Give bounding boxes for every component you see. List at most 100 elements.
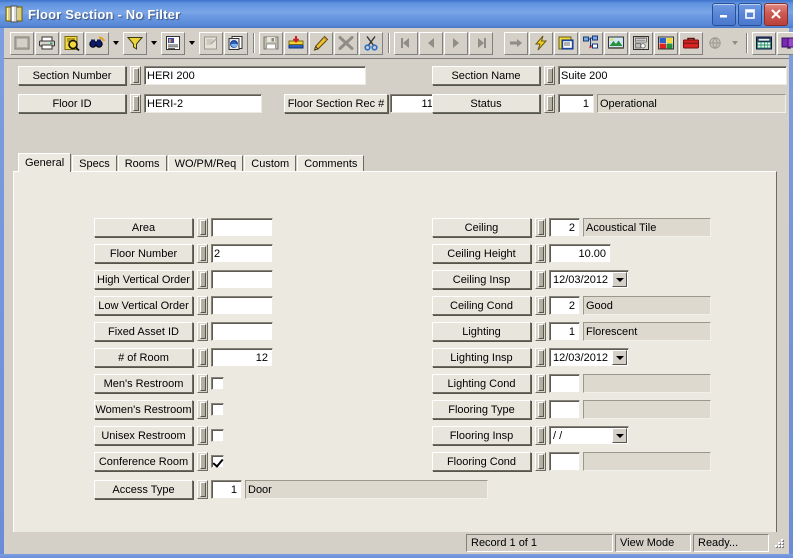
search-globe-icon[interactable] [704, 32, 728, 55]
flooring-type-spin[interactable] [535, 400, 546, 419]
unisex-restroom-spin[interactable] [197, 426, 208, 445]
floor-number-label[interactable]: Floor Number [94, 244, 193, 263]
tab-general[interactable]: General [18, 153, 72, 172]
access-type-label[interactable]: Access Type [94, 480, 193, 499]
section-name-spin[interactable] [544, 66, 555, 85]
ceiling-insp-spin[interactable] [535, 270, 546, 289]
flooring-type-label[interactable]: Flooring Type [432, 400, 531, 419]
mens-restroom-label[interactable]: Men's Restroom [94, 374, 193, 393]
unisex-restroom-label[interactable]: Unisex Restroom [94, 426, 193, 445]
ceiling-label[interactable]: Ceiling [432, 218, 531, 237]
fixed-asset-id-input[interactable] [211, 322, 273, 341]
lighting-cond-label[interactable]: Lighting Cond [432, 374, 531, 393]
flooring-insp-datepicker[interactable]: / / [549, 426, 629, 445]
lighting-spin[interactable] [535, 322, 546, 341]
cut-icon[interactable] [359, 31, 383, 55]
section-number-label[interactable]: Section Number [18, 66, 126, 85]
copy-record-icon[interactable] [224, 31, 248, 55]
properties-icon[interactable] [199, 31, 223, 55]
flooring-insp-calendar-dropdown-icon[interactable] [612, 428, 627, 443]
calculator-icon[interactable] [752, 31, 776, 55]
area-input[interactable] [211, 218, 273, 237]
fixed-asset-id-spin[interactable] [197, 322, 208, 341]
fax-icon[interactable] [629, 31, 653, 55]
ceiling-cond-code-input[interactable]: 2 [549, 296, 580, 315]
area-spin[interactable] [197, 218, 208, 237]
save-icon[interactable] [259, 31, 283, 55]
lighting-insp-spin[interactable] [535, 348, 546, 367]
goto-icon[interactable] [504, 31, 528, 55]
drawing-icon[interactable] [654, 31, 678, 55]
toolbox-icon[interactable] [679, 31, 703, 55]
filter-icon[interactable] [123, 31, 147, 55]
access-type-spin[interactable] [197, 480, 208, 499]
flooring-type-code-input[interactable] [549, 400, 580, 419]
mens-restroom-checkbox[interactable] [211, 377, 224, 390]
section-number-spin[interactable] [130, 66, 141, 85]
report-dropdown-arrow[interactable] [186, 32, 198, 55]
ceiling-insp-label[interactable]: Ceiling Insp [432, 270, 531, 289]
floor-section-rec-label[interactable]: Floor Section Rec # [284, 94, 388, 113]
first-record-icon[interactable] [394, 31, 418, 55]
maximize-button[interactable] [738, 2, 762, 26]
quick-action-icon[interactable] [529, 31, 553, 55]
low-vertical-order-label[interactable]: Low Vertical Order [94, 296, 193, 315]
floor-id-spin[interactable] [130, 94, 141, 113]
filter-dropdown-arrow[interactable] [148, 32, 160, 55]
fixed-asset-id-label[interactable]: Fixed Asset ID [94, 322, 193, 341]
close-button[interactable] [764, 2, 788, 26]
status-spin[interactable] [544, 94, 555, 113]
ceiling-height-label[interactable]: Ceiling Height [432, 244, 531, 263]
floor-id-input[interactable]: HERI-2 [144, 94, 262, 113]
unisex-restroom-checkbox[interactable] [211, 429, 224, 442]
floor-number-spin[interactable] [197, 244, 208, 263]
conference-room-spin[interactable] [197, 452, 208, 471]
flooring-cond-code-input[interactable] [549, 452, 580, 471]
flooring-insp-label[interactable]: Flooring Insp [432, 426, 531, 445]
status-code-input[interactable]: 1 [558, 94, 594, 113]
floor-number-input[interactable]: 2 [211, 244, 273, 263]
tab-specs[interactable]: Specs [72, 155, 117, 172]
ceiling-code-input[interactable]: 2 [549, 218, 580, 237]
hierarchy-icon[interactable] [579, 31, 603, 55]
next-record-icon[interactable] [444, 31, 468, 55]
number-of-rooms-input[interactable]: 12 [211, 348, 273, 367]
find-dropdown-arrow[interactable] [110, 32, 122, 55]
print-preview-icon[interactable] [60, 31, 84, 55]
section-name-label[interactable]: Section Name [432, 66, 540, 85]
womens-restroom-label[interactable]: Women's Restroom [94, 400, 193, 419]
help-book-icon[interactable] [777, 31, 793, 55]
delete-icon[interactable] [334, 31, 358, 55]
high-vertical-order-label[interactable]: High Vertical Order [94, 270, 193, 289]
womens-restroom-spin[interactable] [197, 400, 208, 419]
flooring-cond-spin[interactable] [535, 452, 546, 471]
high-vertical-order-input[interactable] [211, 270, 273, 289]
lighting-cond-spin[interactable] [535, 374, 546, 393]
image-icon[interactable] [604, 31, 628, 55]
flooring-cond-label[interactable]: Flooring Cond [432, 452, 531, 471]
ceiling-cond-spin[interactable] [535, 296, 546, 315]
tab-wo-pm-req[interactable]: WO/PM/Req [167, 155, 244, 172]
tab-custom[interactable]: Custom [244, 155, 297, 172]
notes-icon[interactable] [554, 31, 578, 55]
status-label[interactable]: Status [432, 94, 540, 113]
access-type-code-input[interactable]: 1 [211, 480, 242, 499]
tab-comments[interactable]: Comments [297, 155, 365, 172]
low-vertical-order-input[interactable] [211, 296, 273, 315]
ceiling-insp-calendar-dropdown-icon[interactable] [612, 272, 627, 287]
minimize-button[interactable] [712, 2, 736, 26]
section-number-input[interactable]: HERI 200 [144, 66, 366, 85]
find-icon[interactable] [85, 31, 109, 55]
section-name-input[interactable]: Suite 200 [558, 66, 787, 85]
lighting-insp-datepicker[interactable]: 12/03/2012 [549, 348, 629, 367]
flooring-insp-spin[interactable] [535, 426, 546, 445]
mens-restroom-spin[interactable] [197, 374, 208, 393]
floor-id-label[interactable]: Floor ID [18, 94, 126, 113]
high-vertical-order-spin[interactable] [197, 270, 208, 289]
lighting-cond-code-input[interactable] [549, 374, 580, 393]
search-dropdown-arrow[interactable] [729, 32, 741, 55]
tab-rooms[interactable]: Rooms [117, 155, 167, 172]
ceiling-height-input[interactable]: 10.00 [549, 244, 611, 263]
previous-record-icon[interactable] [419, 31, 443, 55]
womens-restroom-checkbox[interactable] [211, 403, 224, 416]
